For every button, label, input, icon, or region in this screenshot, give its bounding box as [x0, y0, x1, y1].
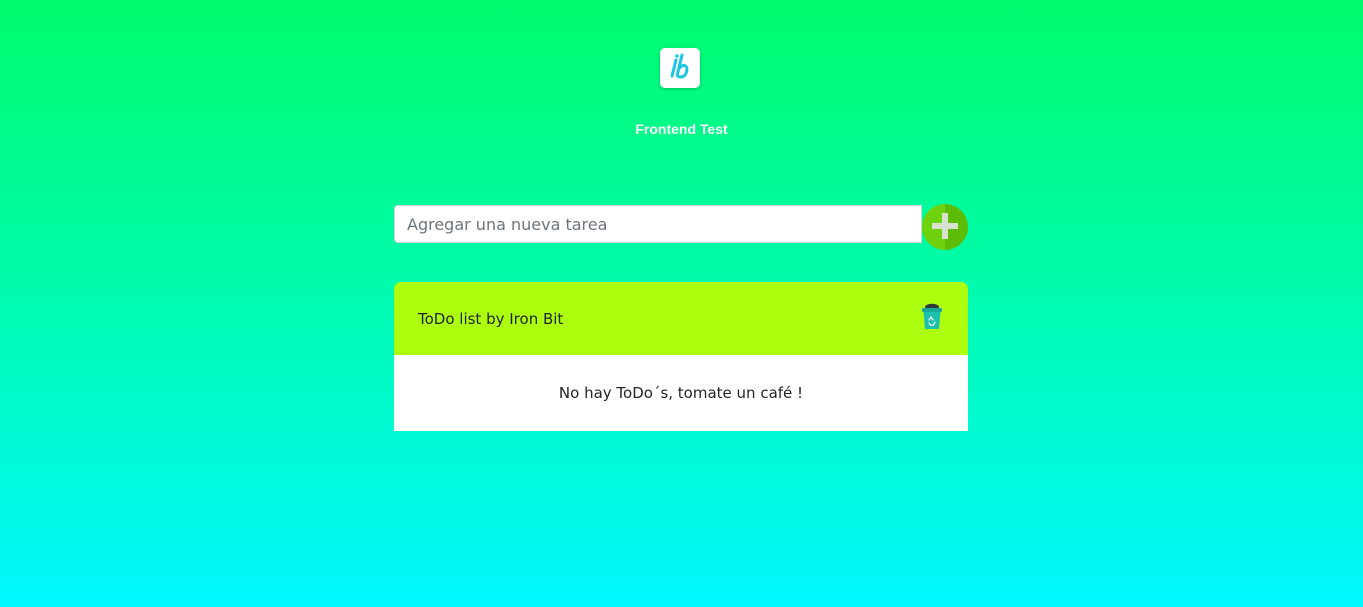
app-logo — [660, 48, 700, 88]
recycle-bin-icon — [921, 303, 943, 335]
app-title: Frontend Test — [635, 121, 728, 137]
new-task-input[interactable] — [394, 205, 922, 243]
clear-todos-button[interactable] — [920, 303, 944, 335]
add-task-button[interactable] — [922, 204, 968, 250]
ib-logo-icon — [665, 51, 695, 86]
todo-card-title: ToDo list by Iron Bit — [418, 309, 564, 328]
plus-icon — [930, 211, 960, 244]
todo-card-header: ToDo list by Iron Bit — [394, 282, 968, 355]
todo-list-body: No hay ToDo´s, tomate un café ! — [394, 355, 968, 431]
todo-card: ToDo list by Iron Bit No hay ToDo´s, tom… — [394, 282, 968, 431]
empty-list-message: No hay ToDo´s, tomate un café ! — [558, 384, 804, 402]
